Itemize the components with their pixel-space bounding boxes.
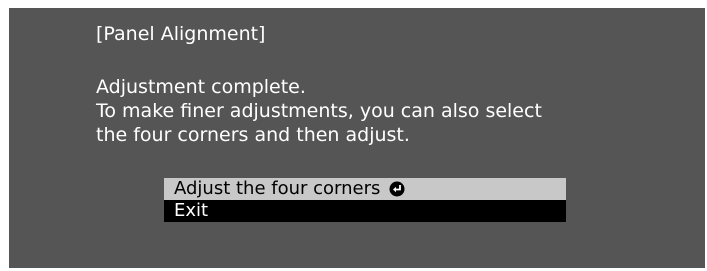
adjust-four-corners-option[interactable]: Adjust the four corners xyxy=(164,178,566,200)
exit-label: Exit xyxy=(174,200,209,221)
adjust-four-corners-label: Adjust the four corners xyxy=(174,178,381,199)
panel-alignment-dialog: [Panel Alignment] Adjustment complete. T… xyxy=(9,8,705,268)
dialog-message: Adjustment complete. To make finer adjus… xyxy=(96,75,542,147)
exit-option[interactable]: Exit xyxy=(164,200,566,222)
dialog-title: [Panel Alignment] xyxy=(96,23,266,45)
enter-icon xyxy=(389,181,405,197)
message-line: the four corners and then adjust. xyxy=(96,124,410,146)
message-line: Adjustment complete. xyxy=(96,76,306,98)
options-menu: Adjust the four corners Exit xyxy=(164,178,566,222)
message-line: To make finer adjustments, you can also … xyxy=(96,100,542,122)
